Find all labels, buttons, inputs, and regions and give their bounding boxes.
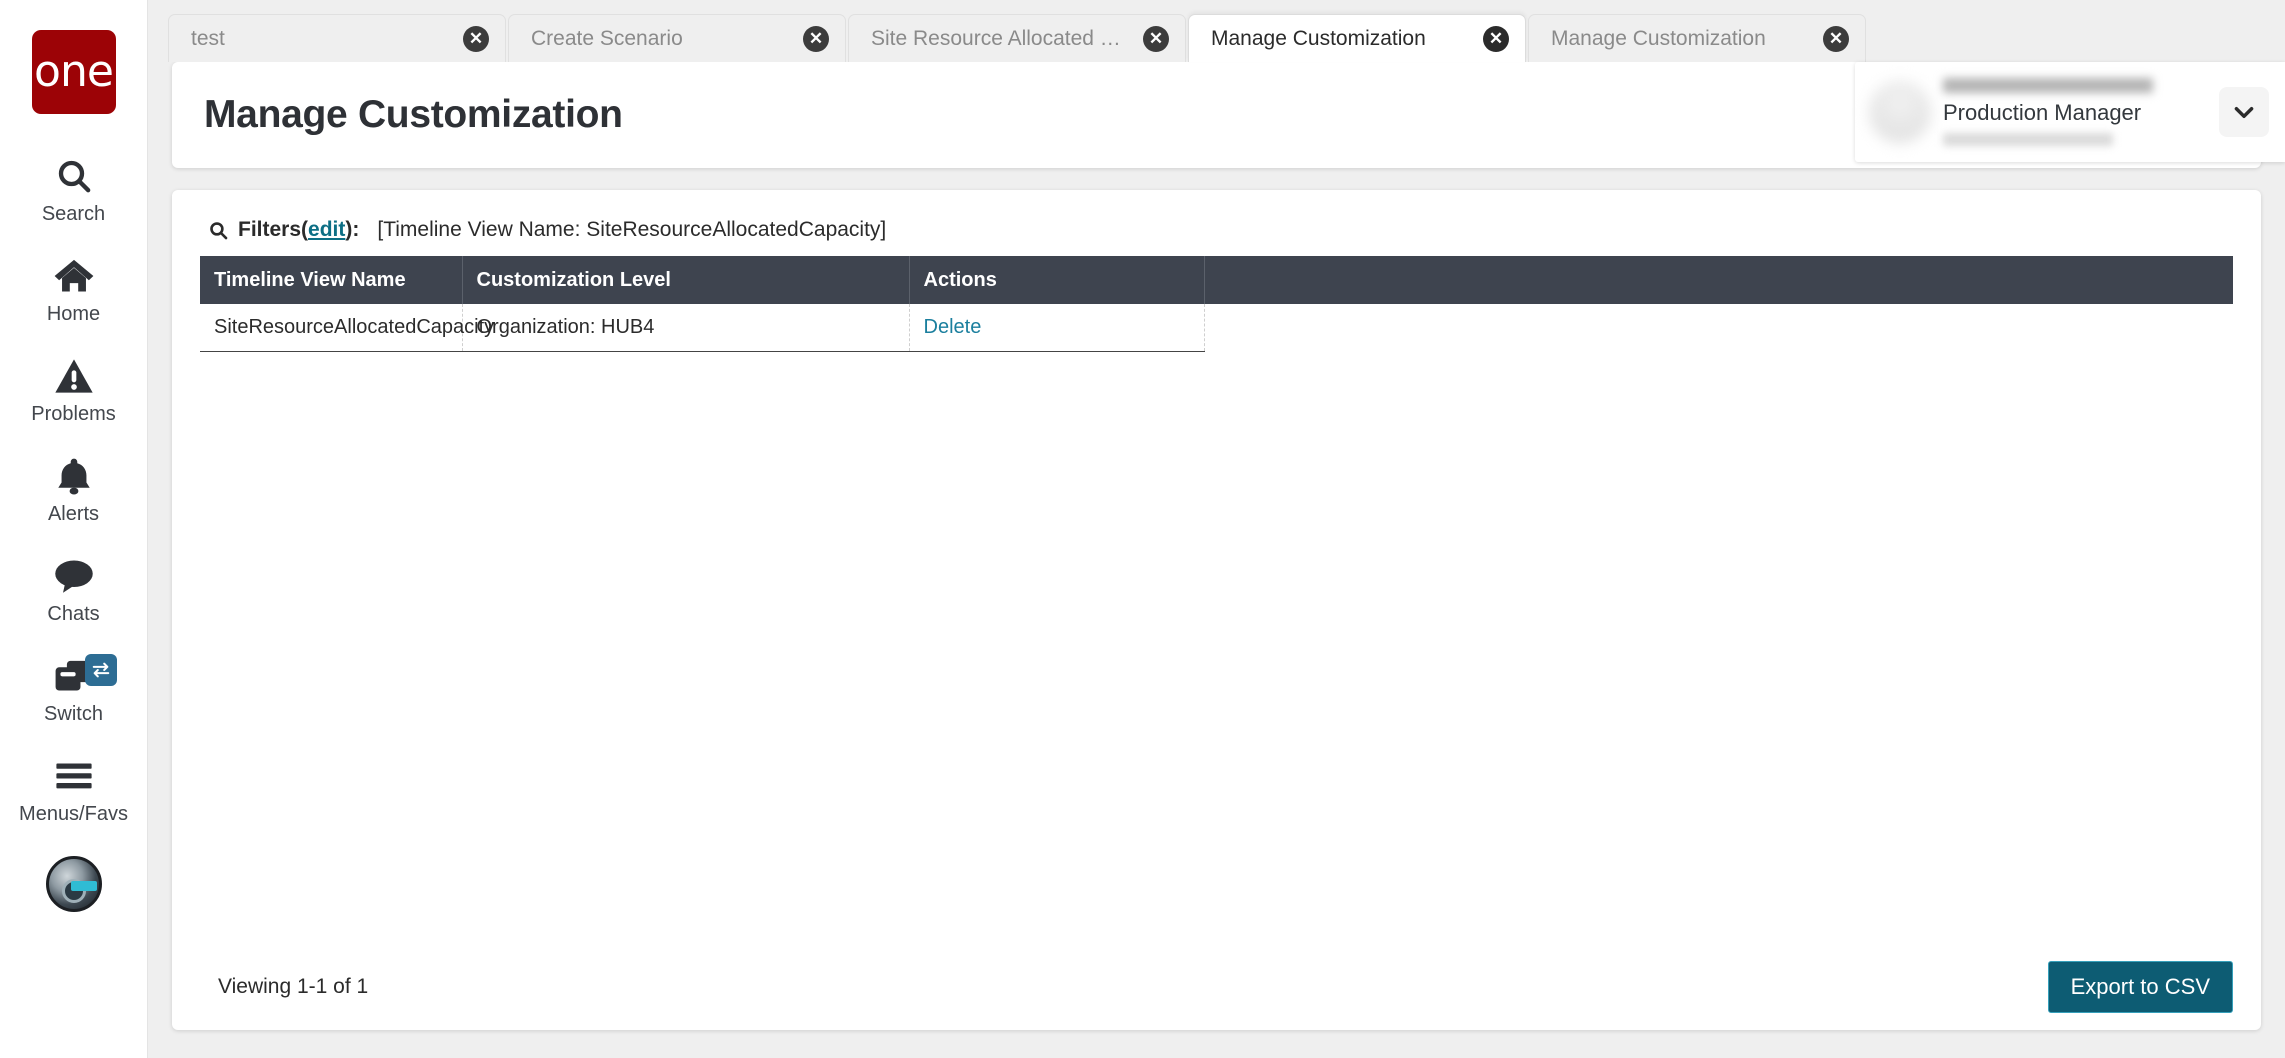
sidebar-item-problems[interactable]: Problems bbox=[0, 340, 147, 440]
table-footer: Viewing 1-1 of 1 Export to CSV bbox=[172, 944, 2261, 1030]
viewing-count: Viewing 1-1 of 1 bbox=[218, 975, 369, 998]
logo-text: one bbox=[34, 46, 114, 97]
filters-edit-link[interactable]: edit bbox=[308, 218, 345, 242]
warning-triangle-icon bbox=[54, 354, 94, 398]
tab-bar: test ✕ Create Scenario ✕ Site Resource A… bbox=[148, 0, 2285, 62]
tab-label: Manage Customization bbox=[1551, 26, 1766, 50]
chat-bubble-icon bbox=[53, 554, 95, 598]
tab-manage-customization-2[interactable]: Manage Customization ✕ bbox=[1528, 14, 1866, 62]
tab-label: Create Scenario bbox=[531, 26, 683, 50]
close-icon[interactable]: ✕ bbox=[1143, 25, 1169, 52]
sidebar-label-home: Home bbox=[46, 303, 101, 325]
filters-value: [Timeline View Name: SiteResourceAllocat… bbox=[377, 218, 887, 241]
user-profile-panel[interactable]: Production Manager bbox=[1855, 62, 2285, 162]
sidebar-item-search[interactable]: Search bbox=[0, 140, 147, 240]
delete-link[interactable]: Delete bbox=[924, 316, 982, 338]
home-icon bbox=[53, 254, 95, 298]
sidebar-label-search: Search bbox=[41, 203, 106, 225]
left-sidebar: one Search Home Problems Alerts Chats Sw… bbox=[0, 0, 148, 1058]
user-name-redacted bbox=[1943, 78, 2153, 93]
sidebar-nav: Search Home Problems Alerts Chats Switch… bbox=[0, 140, 147, 912]
main-pane: test ✕ Create Scenario ✕ Site Resource A… bbox=[148, 0, 2285, 1058]
column-header-customization-level[interactable]: Customization Level bbox=[462, 256, 910, 304]
exchange-arrows-icon bbox=[92, 662, 110, 678]
page-title: Manage Customization bbox=[204, 93, 623, 136]
column-header-actions[interactable]: Actions bbox=[909, 256, 1205, 304]
table-header-row: Timeline View Name Customization Level A… bbox=[200, 256, 2233, 304]
close-icon[interactable]: ✕ bbox=[803, 25, 829, 52]
tab-site-resource-allocated-capacity[interactable]: Site Resource Allocated Capacity ✕ bbox=[848, 14, 1186, 62]
user-menu-toggle[interactable] bbox=[2219, 87, 2269, 137]
sidebar-label-switch: Switch bbox=[44, 703, 103, 725]
user-role: Production Manager bbox=[1943, 100, 2142, 125]
tab-label: Site Resource Allocated Capacity bbox=[871, 26, 1135, 50]
chevron-down-icon bbox=[2234, 107, 2254, 119]
table-body: SiteResourceAllocatedCapacity Organizati… bbox=[200, 304, 2233, 352]
sidebar-item-alerts[interactable]: Alerts bbox=[0, 440, 147, 540]
close-icon[interactable]: ✕ bbox=[463, 25, 489, 52]
tab-label: Manage Customization bbox=[1211, 26, 1426, 50]
filters-bar: Filters ( edit ): [Timeline View Name: S… bbox=[200, 212, 2233, 256]
tab-label: test bbox=[191, 26, 225, 50]
sidebar-item-home[interactable]: Home bbox=[0, 240, 147, 340]
table-header: Timeline View Name Customization Level A… bbox=[200, 256, 2233, 304]
tab-manage-customization-active[interactable]: Manage Customization ✕ bbox=[1188, 14, 1526, 62]
one-network-logo[interactable]: one bbox=[31, 30, 116, 114]
sidebar-label-menus-favs: Menus/Favs bbox=[19, 803, 128, 825]
robot-assistant-avatar[interactable] bbox=[45, 856, 102, 912]
hamburger-icon bbox=[54, 754, 94, 798]
column-header-timeline-view-name[interactable]: Timeline View Name bbox=[200, 256, 463, 304]
filters-open-paren: ( bbox=[301, 218, 309, 241]
sidebar-label-alerts: Alerts bbox=[47, 503, 100, 525]
filters-label: Filters bbox=[238, 218, 302, 241]
customizations-table: Timeline View Name Customization Level A… bbox=[200, 256, 2233, 352]
search-icon bbox=[54, 154, 94, 198]
sidebar-item-menus-favs[interactable]: Menus/Favs bbox=[0, 740, 147, 840]
close-icon[interactable]: ✕ bbox=[1483, 25, 1509, 52]
sidebar-item-switch[interactable]: Switch bbox=[0, 640, 147, 740]
export-to-csv-button[interactable]: Export to CSV bbox=[2047, 961, 2233, 1013]
close-icon[interactable]: ✕ bbox=[1823, 25, 1849, 52]
bell-icon bbox=[56, 454, 92, 498]
cell-customization-level: Organization: HUB4 bbox=[462, 304, 910, 352]
avatar bbox=[1869, 81, 1931, 143]
sidebar-label-problems: Problems bbox=[31, 403, 116, 425]
search-icon bbox=[208, 220, 229, 241]
tab-create-scenario[interactable]: Create Scenario ✕ bbox=[508, 14, 846, 62]
sidebar-label-chats: Chats bbox=[47, 603, 100, 625]
filters-close-paren: ): bbox=[345, 218, 360, 241]
tab-test[interactable]: test ✕ bbox=[168, 14, 506, 62]
content-card: Filters ( edit ): [Timeline View Name: S… bbox=[172, 190, 2261, 1030]
user-subtitle-redacted bbox=[1943, 133, 2113, 146]
cell-spacer bbox=[1204, 304, 2233, 351]
switch-toggle-badge[interactable] bbox=[85, 654, 117, 686]
cell-actions: Delete bbox=[909, 304, 1205, 352]
sidebar-item-chats[interactable]: Chats bbox=[0, 540, 147, 640]
column-header-spacer bbox=[1204, 256, 2233, 304]
cell-timeline-view-name: SiteResourceAllocatedCapacity bbox=[200, 304, 494, 352]
application-window: one Search Home Problems Alerts Chats Sw… bbox=[0, 0, 2285, 1058]
user-info: Production Manager bbox=[1943, 78, 2209, 146]
table-row[interactable]: SiteResourceAllocatedCapacity Organizati… bbox=[200, 304, 2233, 352]
